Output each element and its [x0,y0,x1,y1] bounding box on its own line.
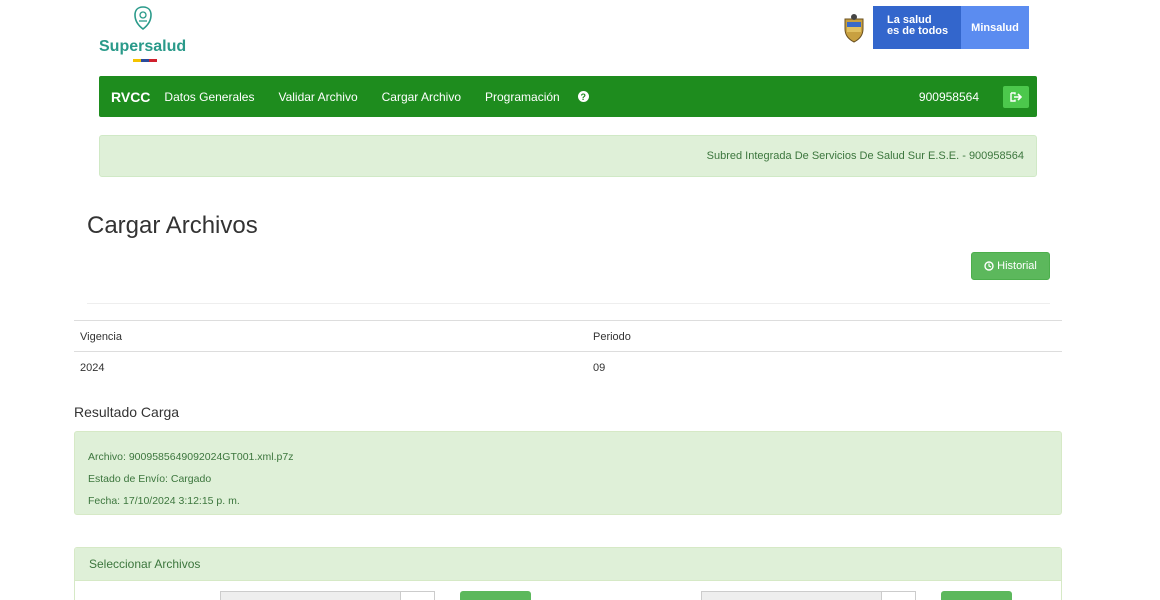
browse-button-1[interactable] [400,591,435,600]
coat-of-arms-icon [835,6,873,49]
question-circle-icon[interactable]: ? [577,91,589,102]
table-row: 2024 09 [74,351,1062,382]
logout-button[interactable] [1003,86,1029,108]
ministry-label: Minsalud [961,6,1029,49]
cell-periodo: 09 [593,362,606,374]
main-navbar: RVCC Datos Generales Validar Archivo Car… [99,76,1037,117]
gov-slogan: La salud es de todos [873,6,961,49]
column-header-vigencia: Vigencia [80,331,122,343]
browse-button-2[interactable] [881,591,916,600]
resultado-alert: Archivo: 9009585649092024GT001.xml.p7z E… [74,431,1062,515]
nav-cargar-archivo[interactable]: Cargar Archivo [382,90,461,104]
table-header-row: Vigencia Periodo [74,320,1062,351]
resultado-estado: Estado de Envío: Cargado [88,473,212,485]
brand-name: Supersalud [99,38,187,55]
navbar-brand[interactable]: RVCC [111,89,150,105]
file-input-1[interactable] [220,591,401,600]
divider [87,303,1050,304]
supersalud-logo[interactable]: Supersalud [99,6,199,62]
historial-button[interactable]: Historial [971,252,1050,280]
sign-out-icon [1010,92,1022,102]
slogan-line-2: es de todos [887,25,949,37]
gov-banner[interactable]: La salud es de todos Minsalud [835,6,1029,49]
resultado-fecha: Fecha: 17/10/2024 3:12:15 p. m. [88,495,240,507]
nav-datos-generales[interactable]: Datos Generales [164,90,254,104]
file-input-2[interactable] [701,591,882,600]
clock-icon [984,261,994,271]
page-title: Cargar Archivos [87,212,258,239]
upload-button-1[interactable] [460,591,531,600]
nav-validar-archivo[interactable]: Validar Archivo [278,90,357,104]
user-nit: 900958564 [918,90,979,104]
column-header-periodo: Periodo [593,331,631,343]
colombia-flag-stripe [133,59,157,62]
historial-label: Historial [997,260,1037,272]
cell-vigencia: 2024 [80,362,105,374]
resultado-title: Resultado Carga [74,404,180,420]
vigencia-periodo-table: Vigencia Periodo 2024 09 [74,320,1062,382]
upload-button-2[interactable] [941,591,1012,600]
crest-icon [134,6,152,30]
resultado-archivo: Archivo: 9009585649092024GT001.xml.p7z [88,451,294,463]
panel-heading: Seleccionar Archivos [75,548,1061,581]
entity-banner: Subred Integrada De Servicios De Salud S… [99,135,1037,177]
nav-programacion[interactable]: Programación [485,90,560,104]
